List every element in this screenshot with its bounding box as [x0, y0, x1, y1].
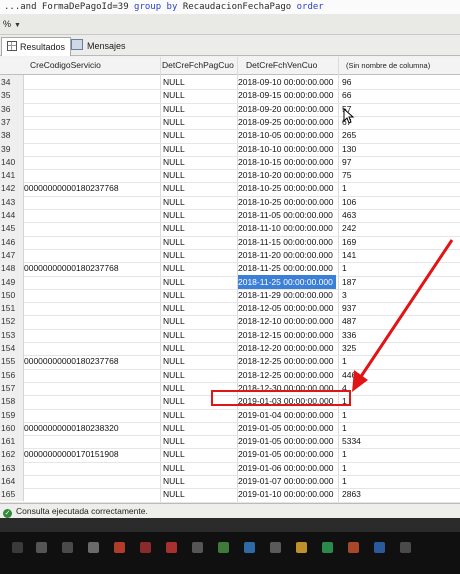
- taskbar-app-icon[interactable]: [166, 542, 177, 553]
- monitor-bezel: [0, 518, 460, 532]
- taskbar-app-icon[interactable]: [296, 542, 307, 553]
- taskbar-app-icon[interactable]: [62, 542, 73, 553]
- success-check-icon: ✓: [3, 509, 12, 518]
- taskbar-app-icon[interactable]: [400, 542, 411, 553]
- taskbar-app-icon[interactable]: [114, 542, 125, 553]
- monitor-screen: ...and FormaDePagoId=39 group by Recauda…: [0, 0, 460, 532]
- red-arrow-icon: [352, 239, 454, 392]
- taskbar-app-icon[interactable]: [218, 542, 229, 553]
- status-bar: ✓ Consulta ejecutada correctamente.: [0, 503, 460, 519]
- os-taskbar: [0, 532, 460, 574]
- taskbar-app-icon[interactable]: [348, 542, 359, 553]
- status-text: Consulta ejecutada correctamente.: [16, 506, 148, 516]
- taskbar-app-icon[interactable]: [36, 542, 47, 553]
- windows-start-icon[interactable]: [12, 542, 23, 553]
- taskbar-app-icon[interactable]: [270, 542, 281, 553]
- taskbar-app-icon[interactable]: [88, 542, 99, 553]
- taskbar-app-icon[interactable]: [322, 542, 333, 553]
- taskbar-app-icon[interactable]: [244, 542, 255, 553]
- taskbar-app-icon[interactable]: [374, 542, 385, 553]
- taskbar-app-icon[interactable]: [192, 542, 203, 553]
- taskbar-app-icon[interactable]: [140, 542, 151, 553]
